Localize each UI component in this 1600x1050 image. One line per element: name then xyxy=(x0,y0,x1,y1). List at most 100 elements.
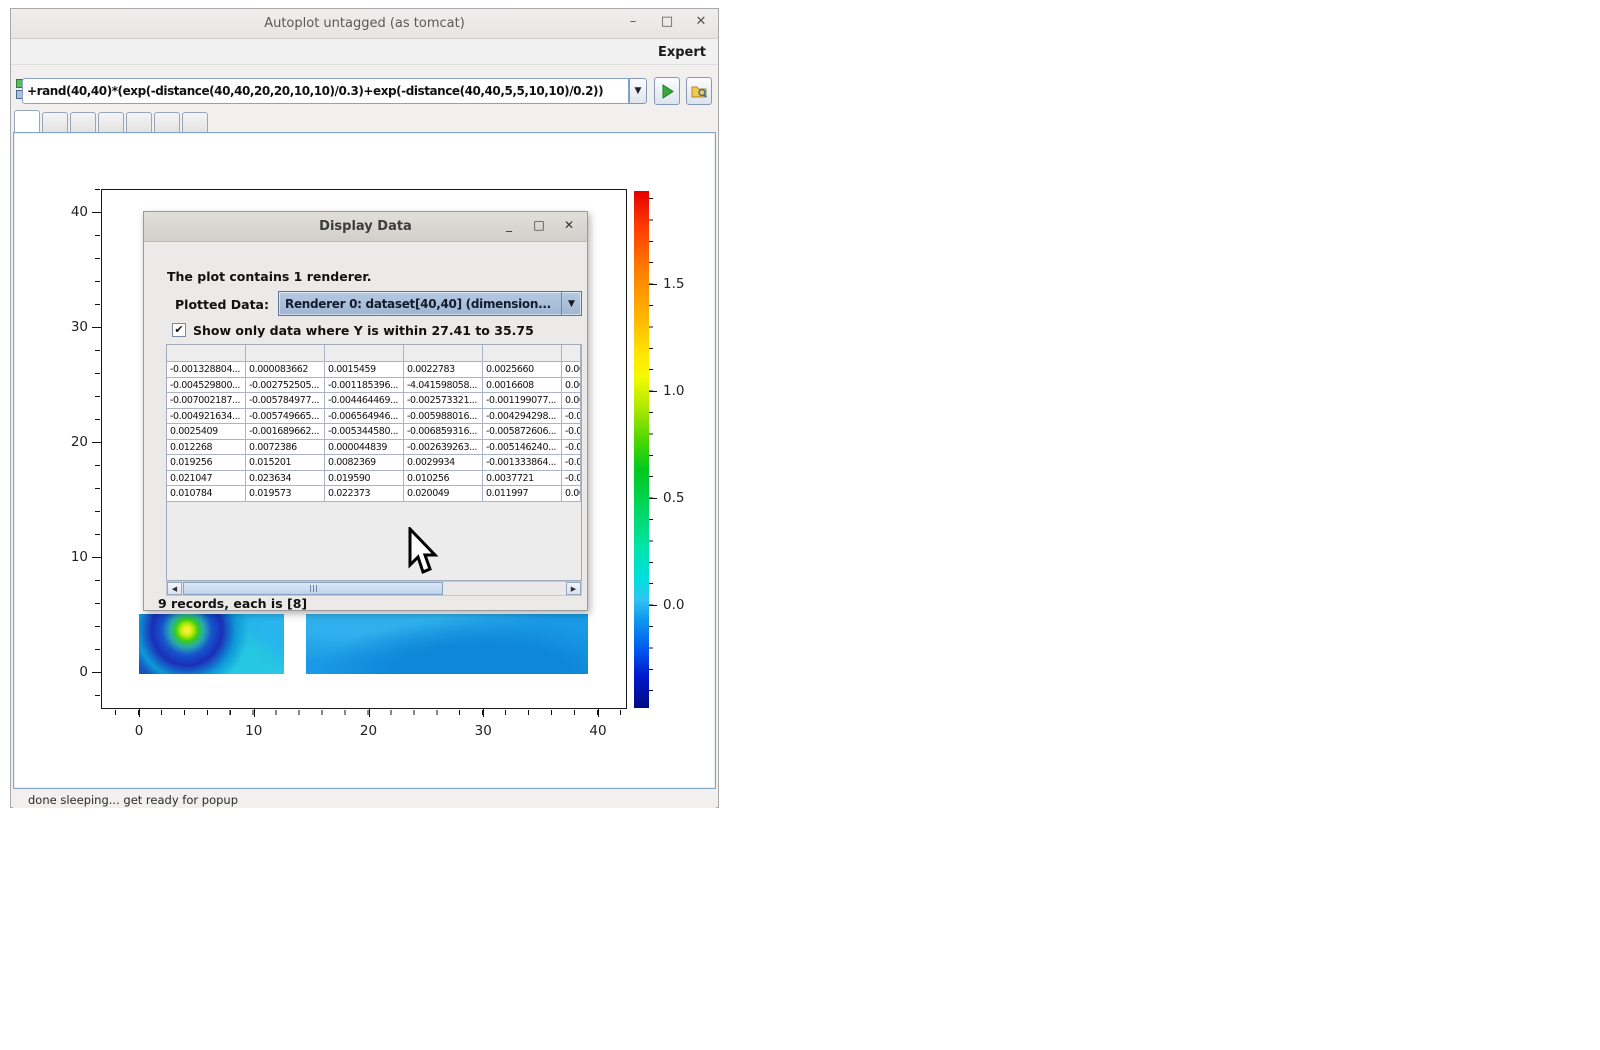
table-row[interactable]: -0.004529800... -0.002752505... -0.00118… xyxy=(167,378,581,394)
tab[interactable] xyxy=(126,112,152,132)
table-cell: -0.001185396... xyxy=(325,378,404,394)
table-cell: -0.005872606... xyxy=(483,424,562,440)
menu-item[interactable] xyxy=(73,40,93,65)
table-row[interactable]: 0.010784 0.019573 0.022373 0.020049 0.01… xyxy=(167,486,581,502)
close-icon[interactable]: ✕ xyxy=(694,14,708,29)
table-row[interactable]: -0.007002187... -0.005784977... -0.00446… xyxy=(167,393,581,409)
table-cell: 0.019256 xyxy=(167,455,246,471)
dialog-titlebar[interactable]: Display Data _ □ ✕ xyxy=(144,212,587,242)
table-cell: 0.019590 xyxy=(325,471,404,487)
table-cell: -0.006564946... xyxy=(325,409,404,425)
tab[interactable] xyxy=(98,112,124,132)
column-header[interactable] xyxy=(246,345,325,362)
y-tick-label: 40 xyxy=(71,204,88,220)
column-header[interactable] xyxy=(325,345,404,362)
tab[interactable] xyxy=(42,112,68,132)
y-axis-minor-ticks xyxy=(95,189,100,708)
table-row[interactable]: 0.012268 0.0072386 0.000044839 -0.002639… xyxy=(167,440,581,456)
menu-item[interactable] xyxy=(93,40,113,65)
scroll-left-button[interactable]: ◀ xyxy=(167,582,182,595)
column-header[interactable] xyxy=(167,345,246,362)
arrow-right-icon: ▶ xyxy=(571,585,576,593)
expert-menu-toggle[interactable]: Expert xyxy=(658,40,706,65)
tick-line xyxy=(254,708,255,717)
status-bar: done sleeping... get ready for popup xyxy=(13,791,716,808)
table-cell: 0.00 xyxy=(562,362,581,378)
table-row[interactable]: -0.001328804... 0.000083662 0.0015459 0.… xyxy=(167,362,581,378)
colorbar-tick-label: 0.5 xyxy=(663,490,684,506)
minimize-icon[interactable]: _ xyxy=(503,218,515,232)
chevron-down-icon: ▼ xyxy=(568,299,575,309)
uri-dropdown-button[interactable]: ▼ xyxy=(629,78,647,104)
scroll-right-button[interactable]: ▶ xyxy=(566,582,581,595)
menu-item[interactable] xyxy=(11,40,33,65)
y-tick-label: 30 xyxy=(71,319,88,335)
x-axis-minor-ticks xyxy=(115,710,625,715)
scrollbar-thumb[interactable] xyxy=(183,582,443,595)
tick-line xyxy=(92,442,101,443)
menu-bar: Expert xyxy=(11,40,718,65)
table-row[interactable]: -0.004921634... -0.005749665... -0.00656… xyxy=(167,409,581,425)
table-cell: -4.041598058... xyxy=(404,378,483,394)
column-header[interactable] xyxy=(404,345,483,362)
table-cell: -0.007002187... xyxy=(167,393,246,409)
tab[interactable] xyxy=(182,112,208,132)
table-cell: -0.005146240... xyxy=(483,440,562,456)
table-cell: 0.010784 xyxy=(167,486,246,502)
table-cell: -0.001333864... xyxy=(483,455,562,471)
horizontal-scrollbar[interactable]: ◀ ▶ xyxy=(166,581,582,596)
table-cell: 0.0072386 xyxy=(246,440,325,456)
table-cell: 0.022373 xyxy=(325,486,404,502)
tick-line xyxy=(92,212,101,213)
table-cell: -0.0 xyxy=(562,455,581,471)
inspect-file-button[interactable] xyxy=(686,77,712,105)
table-cell: 0.0015459 xyxy=(325,362,404,378)
check-icon: ✔ xyxy=(174,323,183,336)
maximize-icon[interactable]: □ xyxy=(660,14,674,29)
table-cell: -0.005784977... xyxy=(246,393,325,409)
column-header[interactable] xyxy=(562,345,581,362)
tick-line xyxy=(598,708,599,717)
menu-item[interactable] xyxy=(53,40,73,65)
y-tick-label: 0 xyxy=(79,664,88,680)
table-cell: 0.015201 xyxy=(246,455,325,471)
table-row[interactable]: 0.019256 0.015201 0.0082369 0.0029934 -0… xyxy=(167,455,581,471)
x-tick-label: 10 xyxy=(245,723,262,739)
tab[interactable] xyxy=(14,110,40,132)
play-icon xyxy=(660,84,675,99)
close-icon[interactable]: ✕ xyxy=(563,218,575,232)
y-tick-label: 20 xyxy=(71,434,88,450)
table-row[interactable]: 0.0025409 -0.001689662... -0.005344580..… xyxy=(167,424,581,440)
tab[interactable] xyxy=(70,112,96,132)
menu-item[interactable] xyxy=(33,40,53,65)
table-cell: 0.0082369 xyxy=(325,455,404,471)
table-row[interactable]: 0.021047 0.023634 0.019590 0.010256 0.00… xyxy=(167,471,581,487)
x-tick-label: 30 xyxy=(475,723,492,739)
window-title: Autoplot untagged (as tomcat) xyxy=(11,16,718,31)
table-cell: -0.005344580... xyxy=(325,424,404,440)
uri-input[interactable] xyxy=(22,78,629,104)
table-cell: 0.00 xyxy=(562,378,581,394)
tick-line xyxy=(649,391,657,392)
tab[interactable] xyxy=(154,112,180,132)
table-cell: -0.006859316... xyxy=(404,424,483,440)
table-cell: -0.001689662... xyxy=(246,424,325,440)
minimize-icon[interactable]: – xyxy=(626,14,640,29)
menu-item[interactable] xyxy=(133,40,153,65)
column-header[interactable] xyxy=(483,345,562,362)
filter-checkbox[interactable]: ✔ xyxy=(172,323,186,337)
table-cell: 0.0025660 xyxy=(483,362,562,378)
table-cell: 0.00 xyxy=(562,486,581,502)
renderer-combobox[interactable]: Renderer 0: dataset[40,40] (dimension...… xyxy=(278,291,582,316)
tick-line xyxy=(92,672,101,673)
scrollbar-track[interactable] xyxy=(182,582,566,595)
mouse-cursor-icon xyxy=(404,527,440,577)
table-cell: -0.0 xyxy=(562,471,581,487)
menu-item[interactable] xyxy=(113,40,133,65)
tick-line xyxy=(369,708,370,717)
window-titlebar[interactable]: Autoplot untagged (as tomcat) – □ ✕ xyxy=(11,9,718,39)
maximize-icon[interactable]: □ xyxy=(533,218,545,232)
table-cell: -0.005749665... xyxy=(246,409,325,425)
go-plot-button[interactable] xyxy=(654,77,680,105)
display-data-dialog: Display Data _ □ ✕ The plot contains 1 r… xyxy=(143,211,588,611)
